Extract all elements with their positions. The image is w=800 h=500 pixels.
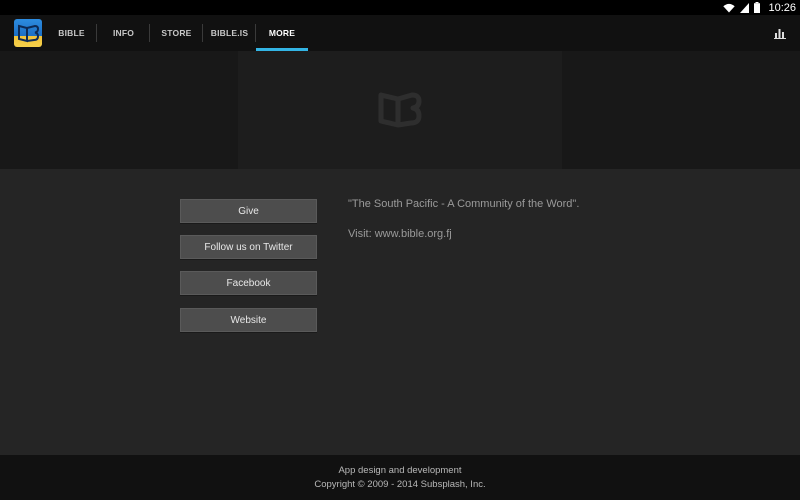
status-time: 10:26 bbox=[768, 1, 796, 14]
action-bar: BIBLE INFO STORE BIBLE.IS MORE bbox=[0, 15, 800, 51]
tab-more[interactable]: MORE bbox=[256, 15, 308, 51]
tab-bar: BIBLE INFO STORE BIBLE.IS MORE bbox=[46, 15, 308, 51]
tagline-text: "The South Pacific - A Community of the … bbox=[348, 198, 580, 210]
visit-text: Visit: www.bible.org.fj bbox=[348, 228, 452, 240]
website-button[interactable]: Website bbox=[180, 308, 317, 332]
banner-image bbox=[238, 51, 562, 169]
tab-info[interactable]: INFO bbox=[97, 15, 150, 51]
tab-bible-is[interactable]: BIBLE.IS bbox=[203, 15, 256, 51]
twitter-button[interactable]: Follow us on Twitter bbox=[180, 235, 317, 259]
footer-credit: App design and development bbox=[338, 465, 462, 476]
tab-label: BIBLE.IS bbox=[210, 28, 249, 38]
bars-icon[interactable] bbox=[774, 27, 786, 39]
footer: App design and development Copyright © 2… bbox=[0, 455, 800, 500]
facebook-button[interactable]: Facebook bbox=[180, 271, 317, 295]
give-button[interactable]: Give bbox=[180, 199, 317, 223]
tab-bible[interactable]: BIBLE bbox=[46, 15, 97, 51]
battery-icon bbox=[754, 2, 761, 13]
more-content: Give Follow us on Twitter Facebook Websi… bbox=[0, 169, 800, 455]
tab-store[interactable]: STORE bbox=[150, 15, 203, 51]
footer-copyright: Copyright © 2009 - 2014 Subsplash, Inc. bbox=[314, 479, 486, 490]
signal-icon bbox=[740, 2, 750, 13]
tab-label: MORE bbox=[268, 28, 296, 38]
tab-label: STORE bbox=[161, 28, 192, 38]
bible-app-logo[interactable] bbox=[14, 19, 42, 47]
open-book-logo bbox=[378, 92, 422, 128]
wifi-icon bbox=[723, 3, 736, 12]
status-bar: 10:26 bbox=[0, 0, 800, 15]
status-icons: 10:26 bbox=[723, 1, 796, 14]
tab-label: BIBLE bbox=[58, 28, 85, 38]
banner bbox=[0, 51, 800, 169]
tab-label: INFO bbox=[112, 28, 135, 38]
book-icon bbox=[18, 24, 40, 43]
